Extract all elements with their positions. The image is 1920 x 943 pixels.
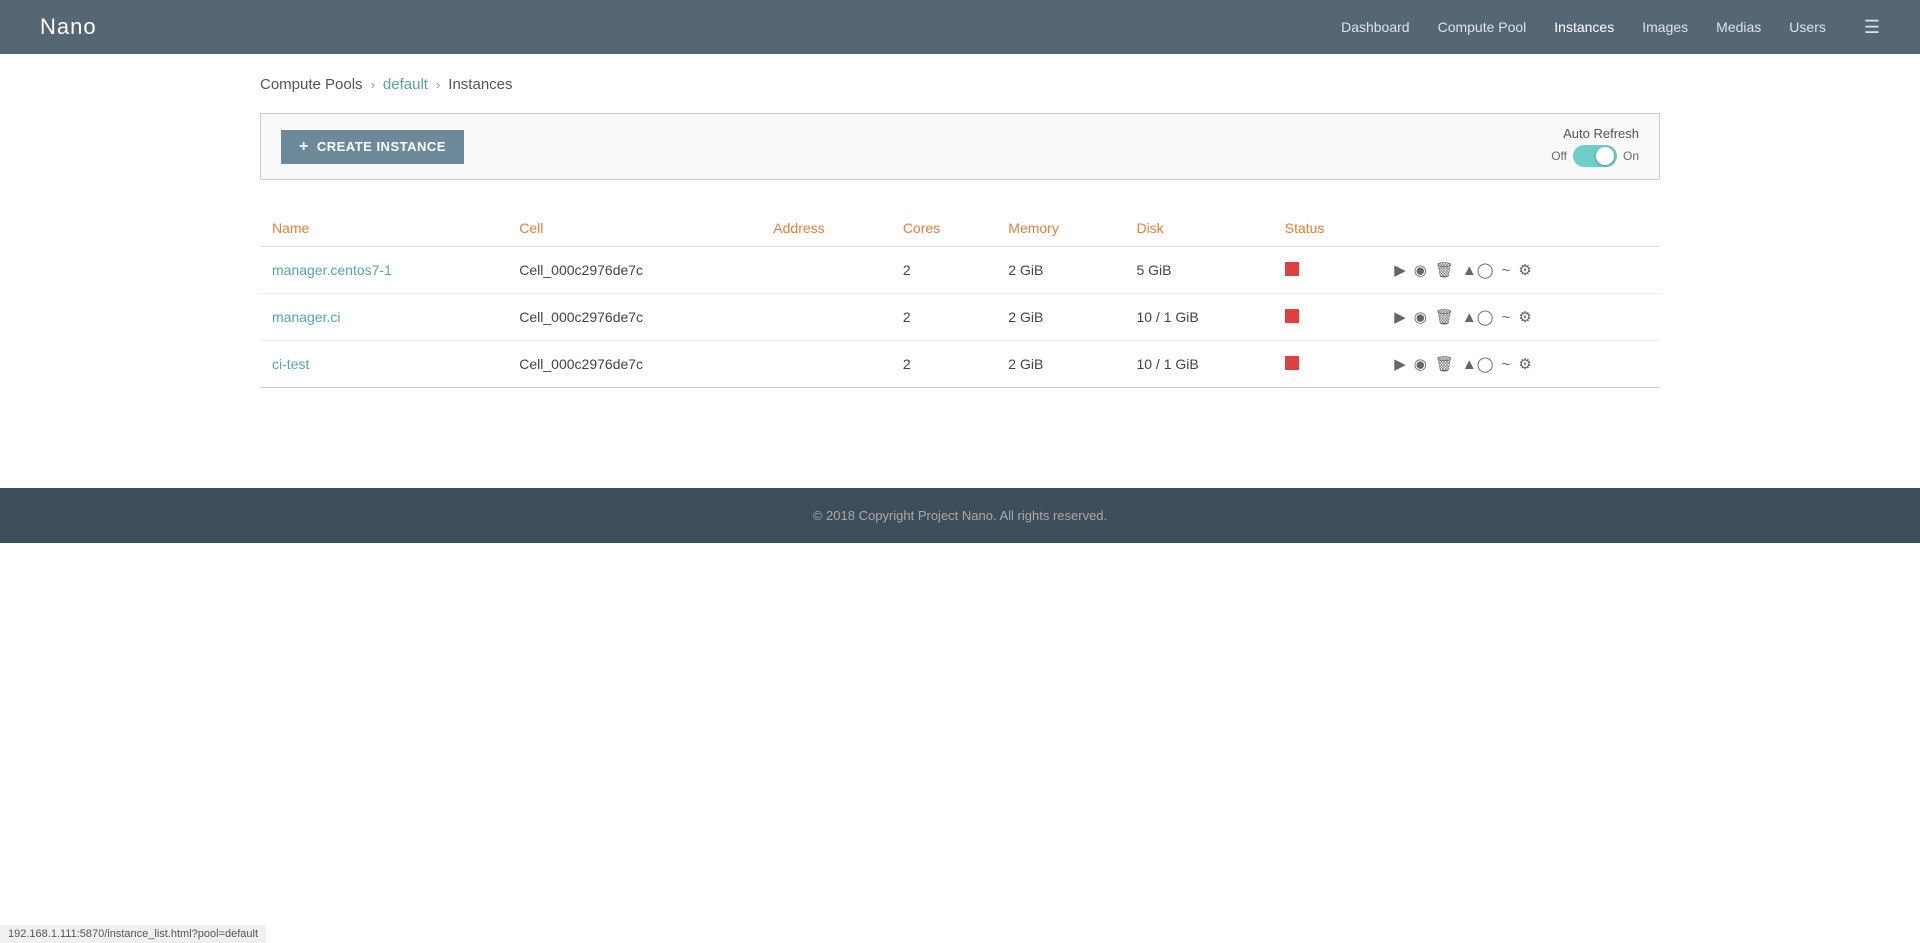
instance-actions: ▶ ◉ 🗑 ▲◯ ~ ⚙ [1382, 294, 1660, 341]
footer: © 2018 Copyright Project Nano. All right… [0, 488, 1920, 543]
status-badge [1285, 262, 1299, 276]
col-address: Address [761, 210, 891, 247]
nav-users[interactable]: Users [1789, 19, 1826, 35]
auto-refresh-control: Auto Refresh Off On [1551, 126, 1639, 167]
toggle-off-label: Off [1551, 149, 1567, 163]
instance-cell: Cell_000c2976de7c [507, 247, 761, 294]
col-name: Name [260, 210, 507, 247]
instance-name-link[interactable]: manager.centos7-1 [272, 262, 392, 278]
upload-icon[interactable]: ▲◯ [1462, 355, 1494, 373]
plus-icon: + [299, 138, 309, 156]
col-cores: Cores [891, 210, 996, 247]
instance-disk: 10 / 1 GiB [1124, 294, 1272, 341]
instance-name-link[interactable]: ci-test [272, 356, 309, 372]
instance-name-link[interactable]: manager.ci [272, 309, 340, 325]
header: Nano Dashboard Compute Pool Instances Im… [0, 0, 1920, 54]
hamburger-icon[interactable]: ☰ [1864, 17, 1880, 38]
instance-disk: 5 GiB [1124, 247, 1272, 294]
nav-compute-pool[interactable]: Compute Pool [1438, 19, 1527, 35]
breadcrumb-sep-1: › [371, 77, 375, 92]
upload-icon[interactable]: ▲◯ [1462, 261, 1494, 279]
settings-icon[interactable]: ⚙ [1518, 308, 1531, 326]
breadcrumb-instances: Instances [448, 76, 512, 93]
instance-table-body: manager.centos7-1 Cell_000c2976de7c 22 GiB… [260, 247, 1660, 388]
stop-icon[interactable]: ◉ [1414, 261, 1427, 279]
table-row: manager.centos7-1 Cell_000c2976de7c 22 GiB… [260, 247, 1660, 294]
instance-table: Name Cell Address Cores Memory Disk Stat… [260, 210, 1660, 388]
monitor-icon[interactable]: ~ [1502, 309, 1511, 326]
stop-icon[interactable]: ◉ [1414, 308, 1427, 326]
status-bar: 192.168.1.111:5870/instance_list.html?po… [0, 925, 266, 943]
instance-cores: 2 [891, 247, 996, 294]
instance-actions: ▶ ◉ 🗑 ▲◯ ~ ⚙ [1382, 341, 1660, 388]
breadcrumb-compute-pools[interactable]: Compute Pools [260, 76, 363, 93]
auto-refresh-toggle[interactable] [1573, 145, 1617, 167]
nav-dashboard[interactable]: Dashboard [1341, 19, 1410, 35]
monitor-icon[interactable]: ~ [1502, 356, 1511, 373]
nav-images[interactable]: Images [1642, 19, 1688, 35]
toolbar: + CREATE INSTANCE Auto Refresh Off On [260, 113, 1660, 180]
breadcrumb-sep-2: › [436, 77, 440, 92]
instance-address [761, 247, 891, 294]
instance-memory: 2 GiB [996, 247, 1124, 294]
instance-actions: ▶ ◉ 🗑 ▲◯ ~ ⚙ [1382, 247, 1660, 294]
monitor-icon[interactable]: ~ [1502, 262, 1511, 279]
toggle-track [1573, 145, 1617, 167]
create-button-label: CREATE INSTANCE [317, 139, 446, 154]
table-header: Name Cell Address Cores Memory Disk Stat… [260, 210, 1660, 247]
instance-memory: 2 GiB [996, 294, 1124, 341]
settings-icon[interactable]: ⚙ [1518, 355, 1531, 373]
instance-cell: Cell_000c2976de7c [507, 341, 761, 388]
main-nav: Dashboard Compute Pool Instances Images … [1341, 17, 1880, 38]
instance-cores: 2 [891, 294, 996, 341]
start-icon[interactable]: ▶ [1394, 355, 1406, 373]
delete-icon[interactable]: 🗑 [1435, 308, 1454, 326]
instance-cell: Cell_000c2976de7c [507, 294, 761, 341]
start-icon[interactable]: ▶ [1394, 261, 1406, 279]
footer-text: © 2018 Copyright Project Nano. All right… [813, 508, 1107, 523]
instance-cores: 2 [891, 341, 996, 388]
auto-refresh-label: Auto Refresh [1563, 126, 1639, 141]
delete-icon[interactable]: 🗑 [1435, 355, 1454, 373]
breadcrumb: Compute Pools › default › Instances [0, 54, 1920, 93]
status-url: 192.168.1.111:5870/instance_list.html?po… [8, 928, 258, 940]
col-cell: Cell [507, 210, 761, 247]
toggle-row: Off On [1551, 145, 1639, 167]
col-memory: Memory [996, 210, 1124, 247]
col-actions [1382, 210, 1660, 247]
nav-instances[interactable]: Instances [1554, 19, 1614, 35]
upload-icon[interactable]: ▲◯ [1462, 308, 1494, 326]
app-logo: Nano [40, 14, 97, 40]
create-instance-button[interactable]: + CREATE INSTANCE [281, 130, 464, 164]
instance-disk: 10 / 1 GiB [1124, 341, 1272, 388]
table-row: ci-test Cell_000c2976de7c 22 GiB10 / 1 GiB… [260, 341, 1660, 388]
instance-address [761, 341, 891, 388]
instance-address [761, 294, 891, 341]
status-badge [1285, 356, 1299, 370]
delete-icon[interactable]: 🗑 [1435, 261, 1454, 279]
nav-medias[interactable]: Medias [1716, 19, 1761, 35]
toggle-on-label: On [1623, 149, 1639, 163]
start-icon[interactable]: ▶ [1394, 308, 1406, 326]
toggle-thumb [1596, 147, 1614, 165]
col-status: Status [1273, 210, 1383, 247]
stop-icon[interactable]: ◉ [1414, 355, 1427, 373]
main-content: + CREATE INSTANCE Auto Refresh Off On Na… [0, 93, 1920, 428]
breadcrumb-default[interactable]: default [383, 76, 428, 93]
col-disk: Disk [1124, 210, 1272, 247]
status-badge [1285, 309, 1299, 323]
settings-icon[interactable]: ⚙ [1518, 261, 1531, 279]
instance-memory: 2 GiB [996, 341, 1124, 388]
table-row: manager.ci Cell_000c2976de7c 22 GiB10 / 1 … [260, 294, 1660, 341]
